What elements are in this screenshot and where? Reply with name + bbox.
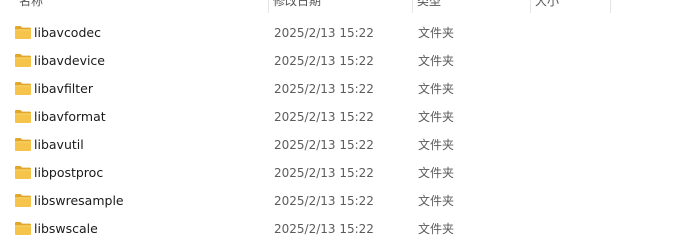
folder-icon (14, 137, 32, 152)
file-type: 文件夹 (418, 166, 455, 180)
column-header-size[interactable]: 大小 (530, 0, 610, 13)
file-modified: 2025/2/13 15:22 (274, 82, 374, 96)
file-type: 文件夹 (418, 54, 455, 68)
folder-icon (14, 221, 32, 236)
file-modified: 2025/2/13 15:22 (274, 166, 374, 180)
file-name: libavcodec (34, 25, 101, 40)
file-name: libavutil (34, 137, 84, 152)
file-name: libavfilter (34, 81, 94, 96)
file-modified: 2025/2/13 15:22 (274, 110, 374, 124)
file-row[interactable]: libswresample 2025/2/13 15:22 文件夹 (0, 187, 684, 215)
file-row[interactable]: libavformat 2025/2/13 15:22 文件夹 (0, 103, 684, 131)
column-header-name[interactable]: 名称 (14, 0, 268, 13)
file-type: 文件夹 (418, 222, 455, 236)
folder-icon (14, 81, 32, 96)
column-header-row: 名称 修改日期 类型 大小 (0, 0, 684, 13)
file-modified: 2025/2/13 15:22 (274, 138, 374, 152)
file-type: 文件夹 (418, 138, 455, 152)
file-modified: 2025/2/13 15:22 (274, 54, 374, 68)
file-name: libswscale (34, 221, 98, 236)
file-name: libavformat (34, 109, 106, 124)
file-modified: 2025/2/13 15:22 (274, 194, 374, 208)
file-modified: 2025/2/13 15:22 (274, 26, 374, 40)
folder-icon (14, 53, 32, 68)
file-name: libavdevice (34, 53, 105, 68)
file-type: 文件夹 (418, 110, 455, 124)
file-type: 文件夹 (418, 82, 455, 96)
file-row[interactable]: libpostproc 2025/2/13 15:22 文件夹 (0, 159, 684, 187)
file-list: libavcodec 2025/2/13 15:22 文件夹 libavdevi… (0, 19, 684, 243)
column-header-modified[interactable]: 修改日期 (268, 0, 412, 13)
file-modified: 2025/2/13 15:22 (274, 222, 374, 236)
file-name: libswresample (34, 193, 124, 208)
file-row[interactable]: libavdevice 2025/2/13 15:22 文件夹 (0, 47, 684, 75)
file-row[interactable]: libavfilter 2025/2/13 15:22 文件夹 (0, 75, 684, 103)
folder-icon (14, 193, 32, 208)
file-name: libpostproc (34, 165, 104, 180)
file-type: 文件夹 (418, 194, 455, 208)
column-header-type[interactable]: 类型 (412, 0, 530, 13)
file-row[interactable]: libavcodec 2025/2/13 15:22 文件夹 (0, 19, 684, 47)
file-type: 文件夹 (418, 26, 455, 40)
file-row[interactable]: libavutil 2025/2/13 15:22 文件夹 (0, 131, 684, 159)
folder-icon (14, 25, 32, 40)
column-divider[interactable] (610, 0, 611, 13)
file-explorer-view: 名称 修改日期 类型 大小 libavcodec 2025/2/13 15:22… (0, 0, 684, 252)
folder-icon (14, 109, 32, 124)
folder-icon (14, 165, 32, 180)
file-row[interactable]: libswscale 2025/2/13 15:22 文件夹 (0, 215, 684, 243)
